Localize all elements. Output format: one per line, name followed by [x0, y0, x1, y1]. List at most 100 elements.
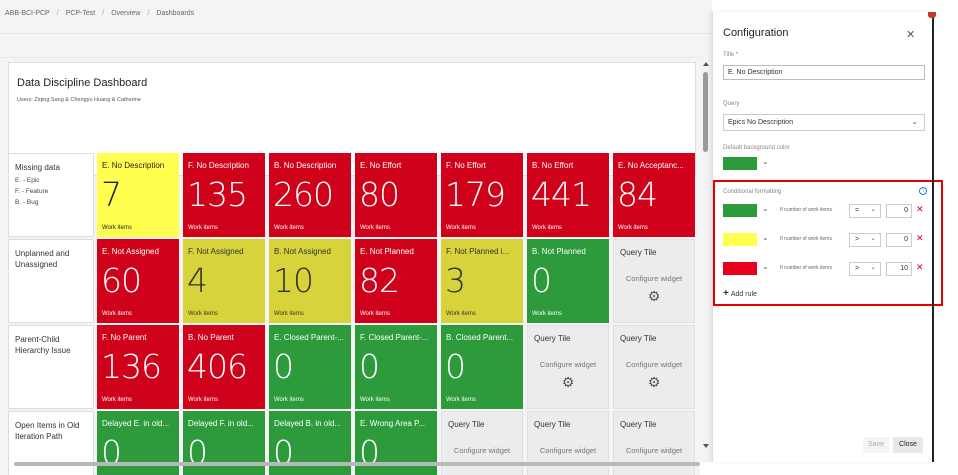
- breadcrumb-org[interactable]: ABB-BCI-PCP: [5, 10, 50, 17]
- tile-count: 0: [445, 347, 466, 386]
- close-icon[interactable]: ✕: [906, 28, 915, 41]
- breadcrumb-project[interactable]: PCP-Test: [66, 10, 96, 17]
- scrollbar-thumb[interactable]: [703, 72, 708, 152]
- tile-count: 80: [359, 175, 400, 214]
- add-rule-label: Add rule: [730, 291, 757, 298]
- tile-subtitle: Work items: [446, 311, 476, 317]
- background-color-picker[interactable]: ⌄: [723, 157, 773, 170]
- tile-title: B. Not Assigned: [274, 247, 331, 256]
- tile-f-closed-parent[interactable]: F. Closed Parent-... 0 Work items: [355, 325, 437, 409]
- add-rule-button[interactable]: + Add rule: [723, 288, 757, 299]
- tile-e-closed-parent[interactable]: E. Closed Parent-... 0 Work items: [269, 325, 351, 409]
- delete-rule-icon[interactable]: ✕: [916, 204, 924, 215]
- breadcrumb-overview[interactable]: Overview: [111, 10, 140, 17]
- query-tile-placeholder[interactable]: Query Tile Configure widget ⚙: [613, 239, 695, 323]
- chevron-down-icon[interactable]: ⌄: [762, 233, 769, 242]
- tile-count: 7: [101, 175, 122, 214]
- tile-e-not-assigned[interactable]: E. Not Assigned 60 Work items: [97, 239, 179, 323]
- tile-b-closed-parent[interactable]: B. Closed Parent... 0 Work items: [441, 325, 523, 409]
- tile-subtitle: Work items: [188, 225, 218, 231]
- tile-e-no-effort[interactable]: E. No Effort 80 Work items: [355, 153, 437, 237]
- tile-subtitle: Work items: [532, 225, 562, 231]
- tile-subtitle: Work items: [188, 397, 218, 403]
- rule-color-swatch[interactable]: [723, 233, 757, 246]
- query-tile-title: Query Tile: [448, 420, 485, 429]
- conditional-formatting-section: Conditional formatting i ⌄ If number of …: [713, 180, 943, 306]
- rule-color-swatch[interactable]: [723, 262, 757, 275]
- rule-value-input[interactable]: 0: [886, 204, 912, 218]
- rule-operator-select[interactable]: > ⌄: [849, 262, 881, 276]
- rule-color-swatch[interactable]: [723, 204, 757, 217]
- close-button[interactable]: Close: [893, 437, 923, 453]
- configuration-panel: Configuration ✕ Title * E. No Descriptio…: [712, 12, 943, 462]
- save-button[interactable]: Save: [863, 437, 889, 453]
- chevron-down-icon[interactable]: ⌄: [762, 204, 769, 213]
- tile-e-not-planned[interactable]: E. Not Planned 82 Work items: [355, 239, 437, 323]
- tile-e-no-description[interactable]: E. No Description 7 Work items: [97, 153, 179, 237]
- rule-operator-select[interactable]: = ⌄: [849, 204, 881, 218]
- rule-operator-select[interactable]: > ⌄: [849, 233, 881, 247]
- configure-widget-link[interactable]: Configure widget: [614, 446, 694, 455]
- tile-e-no-acceptance[interactable]: E. No Acceptanc... 84 Work items: [613, 153, 695, 237]
- tile-title: E. Not Assigned: [102, 247, 159, 256]
- chevron-down-icon[interactable]: ⌄: [762, 262, 769, 271]
- color-swatch: [723, 157, 757, 170]
- scroll-down-icon[interactable]: [703, 444, 709, 448]
- tile-count: 4: [187, 261, 208, 300]
- tile-b-no-effort[interactable]: B. No Effort 441 Work items: [527, 153, 609, 237]
- tile-title: Delayed B. in old...: [274, 419, 342, 428]
- tile-subtitle: Work items: [446, 225, 476, 231]
- configure-widget-link[interactable]: Configure widget: [442, 446, 522, 455]
- chevron-down-icon: ⌄: [870, 206, 876, 213]
- tile-count: 0: [101, 433, 122, 472]
- configure-widget-link[interactable]: Configure widget: [528, 360, 608, 369]
- formatting-rule: ⌄ If number of work items > ⌄ 10 ✕: [723, 262, 937, 276]
- query-select[interactable]: Epics No Description ⌄: [723, 114, 925, 131]
- tile-b-no-description[interactable]: B. No Description 260 Work items: [269, 153, 351, 237]
- tile-subtitle: Work items: [102, 397, 132, 403]
- row-label-missing-data: Missing data E. - Epic F. - Feature B. -…: [8, 153, 94, 237]
- tile-f-no-description[interactable]: F. No Description 135 Work items: [183, 153, 265, 237]
- tile-f-no-parent[interactable]: F. No Parent 136 Work items: [97, 325, 179, 409]
- tile-title: F. No Description: [188, 161, 249, 170]
- tile-count: 0: [359, 347, 380, 386]
- configure-widget-link[interactable]: Configure widget: [528, 446, 608, 455]
- notification-marker: [928, 12, 936, 18]
- tile-count: 0: [531, 261, 552, 300]
- tile-subtitle: Work items: [360, 397, 390, 403]
- rule-value-input[interactable]: 10: [886, 262, 912, 276]
- panel-title: Configuration: [723, 27, 789, 39]
- tile-title: B. No Description: [274, 161, 337, 170]
- vertical-scrollbar[interactable]: [700, 34, 712, 462]
- tile-b-no-parent[interactable]: B. No Parent 406 Work items: [183, 325, 265, 409]
- delete-rule-icon[interactable]: ✕: [916, 233, 924, 244]
- query-tile-placeholder[interactable]: Query Tile Configure widget ⚙: [613, 325, 695, 409]
- tile-title: B. Not Planned: [532, 247, 586, 256]
- info-icon[interactable]: i: [919, 187, 927, 195]
- breadcrumb-dashboards[interactable]: Dashboards: [156, 10, 194, 17]
- tile-title: E. Closed Parent-...: [274, 333, 344, 342]
- tile-b-not-planned[interactable]: B. Not Planned 0 Work items: [527, 239, 609, 323]
- tile-f-not-planned[interactable]: F. Not Planned i... 3 Work items: [441, 239, 523, 323]
- query-tile-placeholder[interactable]: Query Tile Configure widget ⚙: [527, 325, 609, 409]
- breadcrumb: ABB-BCI-PCP / PCP-Test / Overview / Dashboa…: [0, 0, 712, 34]
- tile-b-not-assigned[interactable]: B. Not Assigned 10 Work items: [269, 239, 351, 323]
- title-input[interactable]: E. No Description: [723, 65, 925, 80]
- query-tile-title: Query Tile: [620, 248, 657, 257]
- scroll-up-icon[interactable]: [703, 62, 709, 66]
- delete-rule-icon[interactable]: ✕: [916, 262, 924, 273]
- tile-count: 0: [187, 433, 208, 472]
- tile-f-no-effort[interactable]: F. No Effort 179 Work items: [441, 153, 523, 237]
- configure-widget-link[interactable]: Configure widget: [614, 360, 694, 369]
- horizontal-scrollbar[interactable]: [14, 462, 700, 466]
- rule-condition-text: If number of work items: [780, 265, 832, 271]
- breadcrumb-separator: /: [56, 10, 59, 17]
- rule-value-input[interactable]: 0: [886, 233, 912, 247]
- tile-subtitle: Work items: [446, 397, 476, 403]
- configure-widget-link[interactable]: Configure widget: [614, 274, 694, 283]
- tile-f-not-assigned[interactable]: F. Not Assigned 4 Work items: [183, 239, 265, 323]
- tile-count: 10: [273, 261, 314, 300]
- tile-subtitle: Work items: [102, 225, 132, 231]
- tile-subtitle: Work items: [274, 225, 304, 231]
- dashboard-toolbar: [0, 34, 700, 58]
